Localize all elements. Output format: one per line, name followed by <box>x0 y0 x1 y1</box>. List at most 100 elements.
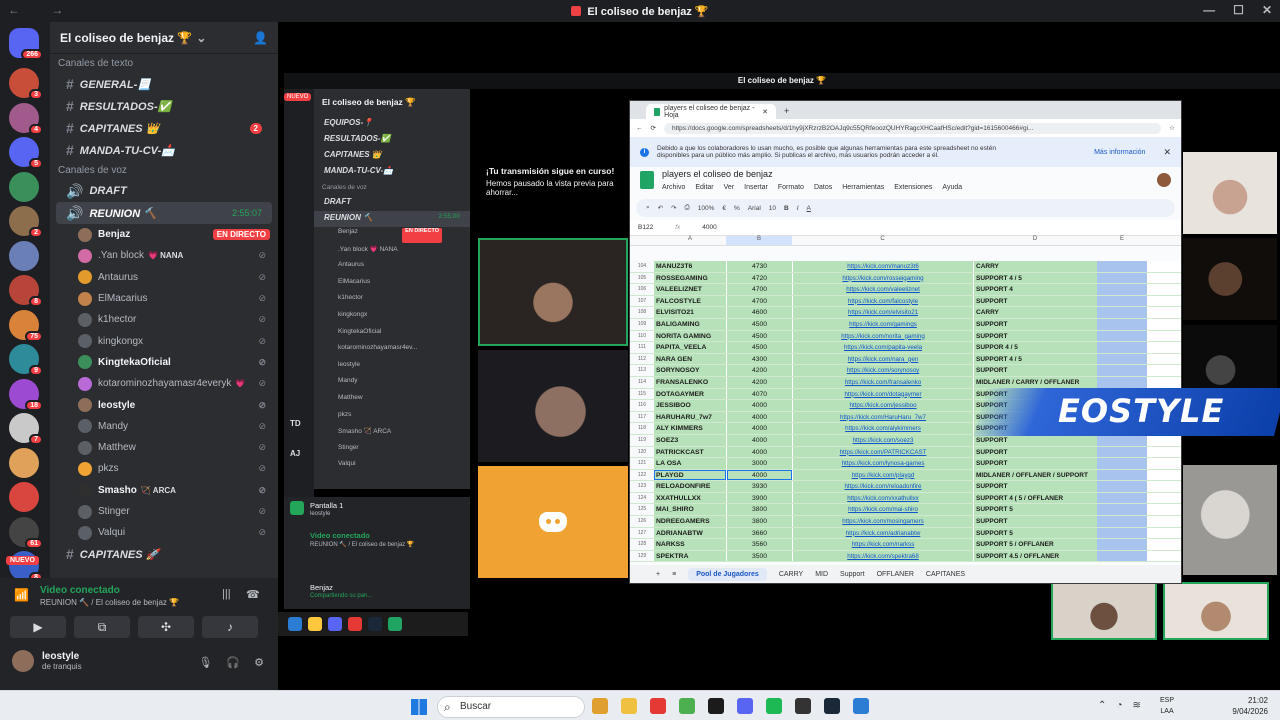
voice-status[interactable]: Video conectado <box>40 585 120 596</box>
cell-empty[interactable] <box>1147 330 1181 342</box>
voice-user[interactable]: Smasho 🏹 ARCA ⊘ <box>50 480 278 501</box>
table-row[interactable]: 112 NARA GEN 4300 https://kick.com/nara_gen… <box>630 353 1181 366</box>
cell-player-name[interactable]: RELOADONFIRE <box>654 481 726 492</box>
menu-item[interactable]: Formato <box>778 184 804 191</box>
voice-user[interactable]: kingkongx ⊘ <box>50 330 278 351</box>
cell-empty[interactable] <box>1147 261 1181 272</box>
cell-mmr[interactable]: 3800 <box>726 504 792 516</box>
table-row[interactable]: 109 BALIGAMING 4500 https://kick.com/gaming… <box>630 318 1181 331</box>
table-row[interactable]: 119 SOEZ3 4000 https://kick.com/soez3 SUPPOR… <box>630 434 1181 447</box>
cell-empty[interactable] <box>1097 481 1147 492</box>
cell-role[interactable]: SUPPORT <box>973 330 1097 342</box>
cell-mmr[interactable]: 4000 <box>726 434 792 446</box>
table-row[interactable]: 108 ELVISITO21 4600 https://kick.com/elvisi… <box>630 307 1181 319</box>
webcam-tile[interactable] <box>478 466 628 578</box>
zoom-select[interactable]: 100% <box>698 205 715 212</box>
row-number[interactable]: 116 <box>630 400 654 411</box>
channel-item[interactable]: # RESULTADOS-✅ <box>56 95 272 117</box>
search-icon[interactable]: ⌕ <box>646 204 650 212</box>
bold-icon[interactable]: B <box>784 205 789 212</box>
font-size-field[interactable]: 10 <box>769 205 776 212</box>
cell-role[interactable]: SUPPORT 4.5 / OFFLANER <box>973 550 1097 562</box>
cell-kick-link[interactable]: https://kick.com/playgd <box>792 469 973 481</box>
cell-mmr[interactable]: 4700 <box>726 284 792 295</box>
nav-arrows[interactable]: ← → <box>8 3 77 17</box>
cell-mmr[interactable]: 3500 <box>726 550 792 562</box>
sheet-tab[interactable]: CARRY <box>779 571 803 578</box>
table-row[interactable]: 124 XXATHULLXX 3900 https://kick.com/xxathu… <box>630 492 1181 505</box>
cell-reference[interactable]: B122 <box>638 224 653 231</box>
cell-player-name[interactable]: HARUHARU_7w7 <box>654 411 726 423</box>
cell-mmr[interactable]: 4070 <box>726 388 792 400</box>
more-info-link[interactable]: Más información <box>1094 149 1145 156</box>
row-number[interactable]: 104 <box>630 261 654 272</box>
channel-item[interactable]: # MANDA-TU-CV-📩 <box>56 139 272 161</box>
cell-kick-link[interactable]: https://kick.com/elvisito21 <box>792 307 973 318</box>
server-icon[interactable] <box>9 482 39 512</box>
font-select[interactable]: Arial <box>748 205 761 212</box>
table-row[interactable]: 128 NARKSS 3560 https://kick.com/narkss SUPP… <box>630 539 1181 551</box>
cell-role[interactable]: SUPPORT 4 / 5 <box>973 272 1097 284</box>
cell-kick-link[interactable]: https://kick.com/mosingamers <box>792 516 973 527</box>
cell-role[interactable]: SUPPORT 4 / 5 <box>973 353 1097 365</box>
cell-role[interactable]: SUPPORT <box>973 458 1097 469</box>
cell-player-name[interactable]: SORYNOSOY <box>654 365 726 376</box>
cell-empty[interactable] <box>1147 376 1181 388</box>
cell-player-name[interactable]: DOTAGAYMER <box>654 388 726 400</box>
star-icon[interactable]: ☆ <box>1169 124 1175 132</box>
cell-mmr[interactable]: 4000 <box>726 446 792 458</box>
cell-empty[interactable] <box>1147 318 1181 330</box>
cell-role[interactable]: MIDLANER / CARRY / OFFLANER <box>973 376 1097 388</box>
cell-role[interactable]: SUPPORT <box>973 434 1097 446</box>
cell-mmr[interactable]: 4200 <box>726 365 792 376</box>
taskbar-search[interactable]: Buscar <box>437 696 585 718</box>
cell-empty[interactable] <box>1147 353 1181 365</box>
cell-kick-link[interactable]: https://kick.com/PATRICKCAST <box>792 446 973 458</box>
windows-start-icon[interactable] <box>411 699 427 715</box>
server-icon[interactable]: 3 <box>9 68 43 100</box>
home-dm-button[interactable]: 266 <box>9 28 43 60</box>
row-number[interactable]: 119 <box>630 434 654 446</box>
cell-mmr[interactable]: 3660 <box>726 527 792 539</box>
menu-item[interactable]: Ayuda <box>942 184 962 191</box>
cell-kick-link[interactable]: https://kick.com/gamings <box>792 318 973 330</box>
table-row[interactable]: 129 SPEKTRA 3500 https://kick.com/spektra68… <box>630 550 1181 563</box>
clock[interactable]: 21:02 9/04/2026 <box>1232 695 1268 717</box>
table-row[interactable]: 121 LA OSA 3000 https://kick.com/lynosa-gam… <box>630 458 1181 470</box>
cell-kick-link[interactable]: https://kick.com/spektra68 <box>792 550 973 562</box>
row-number[interactable]: 109 <box>630 318 654 330</box>
table-row[interactable]: 113 SORYNOSOY 4200 https://kick.com/sorynos… <box>630 365 1181 377</box>
cell-empty[interactable] <box>1097 504 1147 516</box>
minimize-button[interactable]: — <box>1203 3 1215 17</box>
cell-empty[interactable] <box>1147 272 1181 284</box>
cell-kick-link[interactable]: https://kick.com/papita-veela <box>792 342 973 353</box>
table-row[interactable]: 107 FALCOSTYLE 4700 https://kick.com/falcos… <box>630 295 1181 308</box>
cell-empty[interactable] <box>1147 539 1181 550</box>
cell-mmr[interactable]: 4730 <box>726 261 792 272</box>
taskbar-app-icon[interactable] <box>679 698 695 714</box>
cell-player-name[interactable]: ROSSEGAMING <box>654 272 726 284</box>
all-sheets-icon[interactable]: ≡ <box>672 571 676 578</box>
print-icon[interactable]: ⎙ <box>685 204 690 212</box>
voice-user[interactable]: Valqui ⊘ <box>50 522 278 543</box>
table-row[interactable]: 123 RELOADONFIRE 3930 https://kick.com/relo… <box>630 481 1181 493</box>
cell-empty[interactable] <box>1147 434 1181 446</box>
server-icon[interactable]: 18 <box>9 378 43 411</box>
cell-role[interactable]: SUPPORT 5 / OFFLANER <box>973 539 1097 550</box>
cell-kick-link[interactable]: https://kick.com/sorynosoy <box>792 365 973 376</box>
cell-empty[interactable] <box>1097 342 1147 353</box>
cell-empty[interactable] <box>1097 284 1147 295</box>
taskbar-app-icon[interactable] <box>708 698 724 714</box>
webcam-tile[interactable] <box>1183 465 1277 575</box>
cell-kick-link[interactable]: https://kick.com/soez3 <box>792 434 973 446</box>
webcam-tile[interactable] <box>478 350 628 462</box>
cell-role[interactable]: SUPPORT 4 <box>973 284 1097 295</box>
row-number[interactable]: 113 <box>630 365 654 376</box>
add-member-icon[interactable]: 👤 <box>253 31 268 45</box>
cell-kick-link[interactable]: https://kick.com/norita_gaming <box>792 330 973 342</box>
table-row[interactable]: 106 VALEELIZNET 4700 https://kick.com/valee… <box>630 284 1181 296</box>
formula-input[interactable]: 4000 <box>702 224 716 231</box>
row-number[interactable]: 108 <box>630 307 654 318</box>
activities-button[interactable]: ✣ <box>138 616 194 638</box>
cell-empty[interactable] <box>1147 365 1181 376</box>
